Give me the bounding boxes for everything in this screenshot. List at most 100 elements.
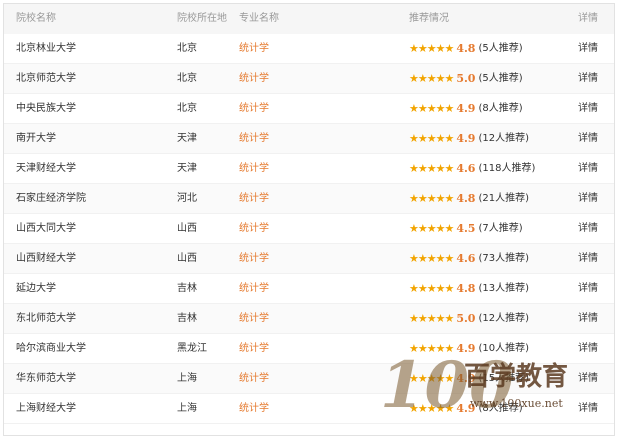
rating-stars-icon: ★★★★★: [409, 282, 454, 295]
rating-stars-icon: ★★★★★: [409, 132, 454, 145]
major-link[interactable]: 统计学: [239, 394, 269, 424]
detail-link[interactable]: 详情: [578, 34, 598, 64]
major-link[interactable]: 统计学: [239, 34, 269, 64]
major-link[interactable]: 统计学: [239, 244, 269, 274]
detail-link[interactable]: 详情: [578, 184, 598, 214]
rating-stars-icon: ★★★★★: [409, 252, 454, 265]
school-location: 黑龙江: [177, 343, 207, 354]
major-link[interactable]: 统计学: [239, 184, 269, 214]
school-name: 东北师范大学: [16, 313, 76, 324]
detail-link[interactable]: 详情: [578, 214, 598, 244]
detail-link[interactable]: 详情: [578, 304, 598, 334]
major-link[interactable]: 统计学: [239, 304, 269, 334]
major-link[interactable]: 统计学: [239, 214, 269, 244]
recommendation: ★★★★★ 4.5 (7人推荐): [409, 214, 523, 244]
school-name: 上海财经大学: [16, 403, 76, 414]
rating-score: 4.9: [456, 102, 476, 115]
school-location: 上海: [177, 403, 197, 414]
major-link[interactable]: 统计学: [239, 154, 269, 184]
header-school: 院校名称: [16, 13, 56, 24]
rating-score: 4.9: [456, 342, 476, 355]
table-row: 山西财经大学 山西 统计学 ★★★★★ 4.6 (73人推荐) 详情: [4, 244, 614, 274]
table-row: 延边大学 吉林 统计学 ★★★★★ 4.8 (13人推荐) 详情: [4, 274, 614, 304]
rating-stars-icon: ★★★★★: [409, 342, 454, 355]
school-location: 北京: [177, 73, 197, 84]
recommend-count: (8人推荐): [478, 103, 523, 114]
rating-score: 4.6: [456, 252, 476, 265]
rating-stars-icon: ★★★★★: [409, 42, 454, 55]
major-link[interactable]: 统计学: [239, 124, 269, 154]
major-link[interactable]: 统计学: [239, 274, 269, 304]
rating-score: 4.9: [456, 132, 476, 145]
school-name: 南开大学: [16, 133, 56, 144]
rating-stars-icon: ★★★★★: [409, 372, 454, 385]
recommend-count: (118人推荐): [478, 163, 536, 174]
recommend-count: (73人推荐): [478, 253, 529, 264]
rating-score: 5.0: [456, 72, 476, 85]
school-name: 北京师范大学: [16, 73, 76, 84]
school-name: 北京林业大学: [16, 43, 76, 54]
detail-link[interactable]: 详情: [578, 334, 598, 364]
recommend-count: (10人推荐): [478, 343, 529, 354]
recommendation: ★★★★★ 4.6 (118人推荐): [409, 154, 535, 184]
detail-link[interactable]: 详情: [578, 244, 598, 274]
header-location: 院校所在地: [177, 13, 227, 24]
table-row: 北京林业大学 北京 统计学 ★★★★★ 4.8 (5人推荐) 详情: [4, 34, 614, 64]
table-row: 南开大学 天津 统计学 ★★★★★ 4.9 (12人推荐) 详情: [4, 124, 614, 154]
recommend-count: (15人推荐): [478, 373, 529, 384]
school-location: 上海: [177, 373, 197, 384]
school-name: 哈尔滨商业大学: [16, 343, 86, 354]
rating-score: 4.8: [456, 42, 476, 55]
school-name: 石家庄经济学院: [16, 193, 86, 204]
recommendation: ★★★★★ 4.9 (15人推荐): [409, 364, 529, 394]
school-location: 吉林: [177, 313, 197, 324]
header-recommend: 推荐情况: [409, 13, 449, 24]
major-link[interactable]: 统计学: [239, 334, 269, 364]
rating-score: 4.5: [456, 222, 476, 235]
rating-stars-icon: ★★★★★: [409, 402, 454, 415]
major-link[interactable]: 统计学: [239, 64, 269, 94]
school-name: 山西财经大学: [16, 253, 76, 264]
recommendation: ★★★★★ 4.9 (12人推荐): [409, 124, 529, 154]
school-location: 北京: [177, 43, 197, 54]
table-header: 院校名称 院校所在地 专业名称 推荐情况 详情: [4, 4, 614, 34]
school-location: 北京: [177, 103, 197, 114]
major-link[interactable]: 统计学: [239, 364, 269, 394]
detail-link[interactable]: 详情: [578, 154, 598, 184]
recommendation: ★★★★★ 4.9 (10人推荐): [409, 334, 529, 364]
detail-link[interactable]: 详情: [578, 394, 598, 424]
rating-score: 5.0: [456, 312, 476, 325]
school-location: 吉林: [177, 283, 197, 294]
header-detail: 详情: [578, 13, 598, 24]
rating-stars-icon: ★★★★★: [409, 222, 454, 235]
rating-score: 4.9: [456, 372, 476, 385]
school-name: 延边大学: [16, 283, 56, 294]
recommend-count: (7人推荐): [478, 223, 523, 234]
detail-link[interactable]: 详情: [578, 94, 598, 124]
recommendation: ★★★★★ 4.6 (73人推荐): [409, 244, 529, 274]
detail-link[interactable]: 详情: [578, 64, 598, 94]
recommendation: ★★★★★ 4.8 (13人推荐): [409, 274, 529, 304]
rating-score: 4.8: [456, 282, 476, 295]
rating-stars-icon: ★★★★★: [409, 192, 454, 205]
recommendation: ★★★★★ 4.8 (5人推荐): [409, 34, 523, 64]
detail-link[interactable]: 详情: [578, 274, 598, 304]
table-row: 山西大同大学 山西 统计学 ★★★★★ 4.5 (7人推荐) 详情: [4, 214, 614, 244]
major-link[interactable]: 统计学: [239, 94, 269, 124]
recommendation: ★★★★★ 4.9 (8人推荐): [409, 394, 523, 424]
detail-link[interactable]: 详情: [578, 364, 598, 394]
school-name: 华东师范大学: [16, 373, 76, 384]
header-major: 专业名称: [239, 13, 279, 24]
recommend-count: (5人推荐): [478, 43, 523, 54]
recommend-count: (5人推荐): [478, 73, 523, 84]
recommend-count: (12人推荐): [478, 313, 529, 324]
table-row: 哈尔滨商业大学 黑龙江 统计学 ★★★★★ 4.9 (10人推荐) 详情: [4, 334, 614, 364]
school-recommendation-table: 院校名称 院校所在地 专业名称 推荐情况 详情 北京林业大学 北京 统计学 ★★…: [3, 3, 615, 436]
table-row: 石家庄经济学院 河北 统计学 ★★★★★ 4.8 (21人推荐) 详情: [4, 184, 614, 214]
recommend-count: (12人推荐): [478, 133, 529, 144]
detail-link[interactable]: 详情: [578, 124, 598, 154]
school-location: 山西: [177, 253, 197, 264]
table-row: 中央民族大学 北京 统计学 ★★★★★ 4.9 (8人推荐) 详情: [4, 94, 614, 124]
rating-score: 4.8: [456, 192, 476, 205]
school-location: 河北: [177, 193, 197, 204]
